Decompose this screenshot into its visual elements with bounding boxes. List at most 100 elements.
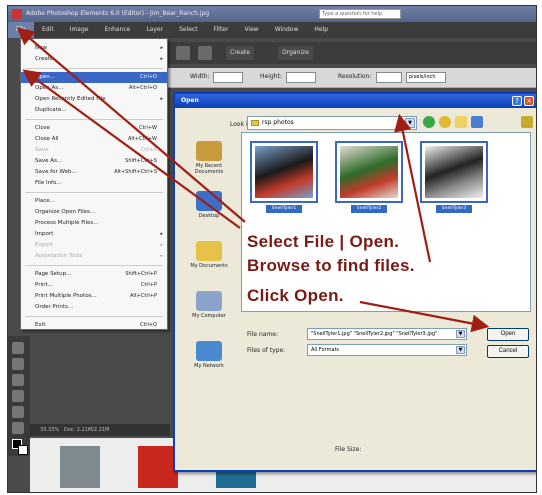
file-thumbnail[interactable]: SnellTyler2 xyxy=(335,141,403,213)
views-menu-icon[interactable] xyxy=(471,116,483,128)
resolution-field[interactable] xyxy=(376,72,402,83)
places-item[interactable]: My Recent Documents xyxy=(181,138,237,184)
menu-window[interactable]: Window xyxy=(267,22,307,38)
file-name-label: SnellTyler3 xyxy=(436,205,472,213)
file-thumbnail[interactable]: SnellTyler1 xyxy=(250,141,318,213)
file-menu-item[interactable]: Place... xyxy=(21,196,167,207)
help-icon[interactable]: ? xyxy=(512,96,522,106)
chevron-down-icon[interactable]: ▼ xyxy=(456,330,465,338)
places-item[interactable]: My Computer xyxy=(181,288,237,334)
paint-bucket-tool-icon[interactable] xyxy=(12,358,24,370)
menu-item-label: Exit xyxy=(35,322,46,328)
submenu-arrow-icon: ▸ xyxy=(160,231,163,237)
open-dialog: Open ? × Look in: rsp photos ▼ My Recent… xyxy=(173,92,536,472)
shortcuts-bar: Create Organize xyxy=(168,42,536,64)
crop-tool-icon[interactable] xyxy=(12,406,24,418)
file-menu-item[interactable]: Organize Open Files... xyxy=(21,207,167,218)
file-menu-item[interactable]: Process Multiple Files... xyxy=(21,218,167,229)
file-list: SnellTyler1 SnellTyler2 SnellTyler3 xyxy=(241,132,531,312)
menu-separator xyxy=(25,68,163,69)
open-icon[interactable] xyxy=(198,46,212,60)
file-thumbnail[interactable]: SnellTyler3 xyxy=(420,141,488,213)
file-menu-item[interactable]: Close Ctrl+W xyxy=(21,123,167,134)
place-icon xyxy=(196,341,222,361)
menu-help[interactable]: Help xyxy=(306,22,336,38)
file-menu-item[interactable]: New ▸ xyxy=(21,43,167,54)
menu-item-shortcut: Alt+Ctrl+P xyxy=(129,293,157,299)
file-menu-item[interactable]: Duplicate... xyxy=(21,105,167,116)
new-icon[interactable] xyxy=(176,46,190,60)
file-menu-item[interactable]: Save As... Shift+Ctrl+S xyxy=(21,156,167,167)
chevron-down-icon[interactable]: ▼ xyxy=(405,118,415,128)
file-menu-item[interactable]: Open... Ctrl+O xyxy=(21,72,167,83)
organize-button[interactable]: Organize xyxy=(278,46,313,60)
menu-file[interactable]: File xyxy=(8,22,35,38)
chevron-down-icon[interactable]: ▼ xyxy=(456,346,465,354)
callout-select-file-open: Select File | Open. xyxy=(247,232,400,251)
file-menu-item: Export ▸ xyxy=(21,240,167,251)
file-menu-item[interactable]: Save for Web... Alt+Shift+Ctrl+S xyxy=(21,167,167,178)
places-item[interactable]: Desktop xyxy=(181,188,237,234)
file-menu-item[interactable]: Print... Ctrl+P xyxy=(21,280,167,291)
bin-thumbnail[interactable] xyxy=(60,446,100,488)
places-item[interactable]: My Documents xyxy=(181,238,237,284)
bin-thumbnail[interactable] xyxy=(138,446,178,488)
background-color-swatch[interactable] xyxy=(18,445,28,455)
callout-click-open: Click Open. xyxy=(247,286,344,305)
menu-item-label: Save As... xyxy=(35,158,63,164)
place-icon xyxy=(196,191,222,211)
file-menu-item[interactable]: File Info... xyxy=(21,178,167,189)
file-name-label: SnellTyler1 xyxy=(266,205,302,213)
menu-edit[interactable]: Edit xyxy=(34,22,62,38)
pencil-tool-icon[interactable] xyxy=(12,390,24,402)
files-of-type-label: Files of type: xyxy=(247,347,286,354)
places-item[interactable]: My Network xyxy=(181,338,237,384)
eraser-tool-icon[interactable] xyxy=(12,374,24,386)
create-button[interactable]: Create xyxy=(226,46,254,60)
menu-item-label: Automation Tools xyxy=(35,253,83,259)
tools-icon[interactable] xyxy=(521,116,533,128)
look-in-value: rsp photos xyxy=(262,119,294,126)
submenu-arrow-icon: ▸ xyxy=(160,56,163,62)
height-field[interactable] xyxy=(286,72,316,83)
back-icon[interactable] xyxy=(423,116,435,128)
menu-enhance[interactable]: Enhance xyxy=(96,22,138,38)
resolution-unit-select[interactable]: pixels/inch xyxy=(406,72,446,83)
cancel-button[interactable]: Cancel xyxy=(487,345,529,358)
file-menu-item[interactable]: Open As... Alt+Ctrl+O xyxy=(21,83,167,94)
file-name-label: SnellTyler2 xyxy=(351,205,387,213)
smudge-tool-icon[interactable] xyxy=(12,422,24,434)
file-menu-item[interactable]: Open Recently Edited File ▸ xyxy=(21,94,167,105)
menu-item-shortcut: Alt+Ctrl+W xyxy=(128,136,157,142)
menu-select[interactable]: Select xyxy=(171,22,206,38)
file-menu-item[interactable]: Page Setup... Shift+Ctrl+P xyxy=(21,269,167,280)
brush-tool-icon[interactable] xyxy=(12,342,24,354)
file-menu-item: Automation Tools ▸ xyxy=(21,251,167,262)
doc-size: Doc: 2.21M/2.21M xyxy=(63,427,110,433)
file-menu-item[interactable]: Exit Ctrl+Q xyxy=(21,320,167,331)
menu-separator xyxy=(25,265,163,266)
file-menu-item[interactable]: Print Multiple Photos... Alt+Ctrl+P xyxy=(21,291,167,302)
up-folder-icon[interactable] xyxy=(439,116,451,128)
help-search-input[interactable]: Type a question for help xyxy=(319,9,401,19)
close-icon[interactable]: × xyxy=(524,96,534,106)
file-name-input[interactable]: "SnellTyler1.jpg" "SnellTyler2.jpg" "Sne… xyxy=(307,328,467,340)
menu-item-shortcut: Ctrl+S xyxy=(140,147,157,153)
width-field[interactable] xyxy=(213,72,243,83)
file-menu-item[interactable]: Order Prints... xyxy=(21,302,167,313)
menu-view[interactable]: View xyxy=(236,22,266,38)
menu-image[interactable]: Image xyxy=(62,22,97,38)
open-button[interactable]: Open xyxy=(487,328,529,341)
files-of-type-select[interactable]: All Formats ▼ xyxy=(307,344,467,356)
menu-item-shortcut: Ctrl+O xyxy=(139,74,157,80)
app-icon xyxy=(12,9,22,19)
menu-layer[interactable]: Layer xyxy=(138,22,171,38)
menu-filter[interactable]: Filter xyxy=(206,22,237,38)
menu-item-label: New xyxy=(35,45,47,51)
file-menu-item[interactable]: Import ▸ xyxy=(21,229,167,240)
file-menu-item[interactable]: Create ▸ xyxy=(21,54,167,65)
file-menu-item[interactable]: Close All Alt+Ctrl+W xyxy=(21,134,167,145)
menu-item-shortcut: Shift+Ctrl+S xyxy=(125,158,157,164)
look-in-select[interactable]: rsp photos ▼ xyxy=(247,116,417,130)
new-folder-icon[interactable] xyxy=(455,116,467,128)
